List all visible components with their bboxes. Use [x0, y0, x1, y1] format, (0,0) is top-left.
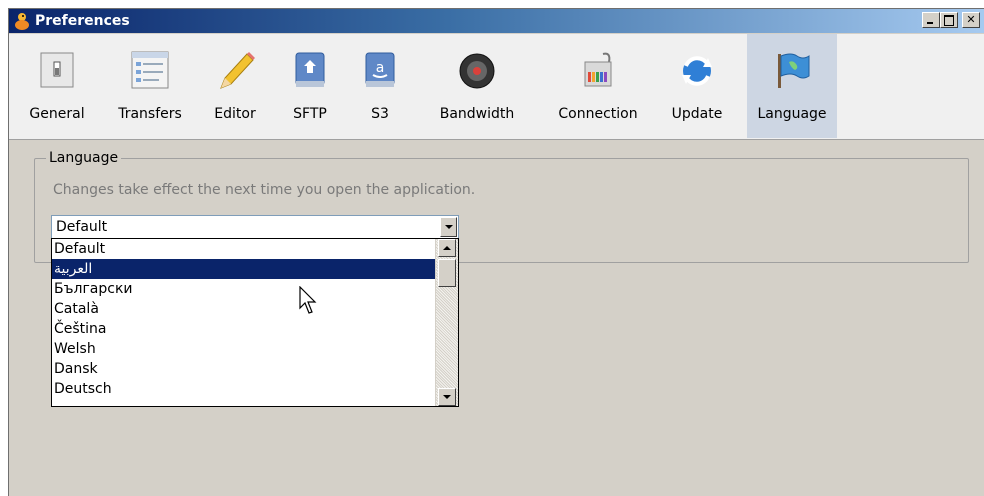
language-option[interactable]: Dansk — [52, 359, 435, 379]
tab-s3-label: S3 — [371, 106, 389, 122]
tab-connection[interactable]: Connection — [539, 34, 657, 138]
tab-editor-label: Editor — [214, 106, 256, 122]
tab-update-label: Update — [671, 106, 723, 122]
language-group-label: Language — [46, 150, 122, 166]
scroll-up-button[interactable] — [438, 239, 456, 257]
minimize-button[interactable] — [922, 12, 940, 28]
window-title: Preferences — [35, 13, 130, 29]
language-option[interactable]: Български — [52, 279, 435, 299]
tab-general-label: General — [29, 106, 85, 122]
language-option-highlighted[interactable]: العربية — [52, 259, 435, 279]
dropdown-scrollbar[interactable] — [435, 239, 458, 406]
language-option[interactable]: Deutsch — [52, 379, 435, 399]
mouse-cursor-icon — [299, 286, 317, 314]
tab-update[interactable]: Update — [657, 34, 737, 138]
general-switch-icon — [40, 52, 74, 88]
tab-s3[interactable]: a S3 — [345, 34, 415, 138]
s3-drive-icon: a — [365, 52, 395, 87]
language-select-arrow[interactable] — [440, 217, 457, 237]
close-button[interactable]: ✕ — [962, 12, 980, 28]
refresh-globe-icon — [682, 56, 712, 86]
tab-language[interactable]: Language — [747, 34, 837, 138]
chevron-up-icon — [443, 246, 451, 250]
tab-sftp-label: SFTP — [293, 106, 327, 122]
maximize-button[interactable] — [940, 12, 958, 28]
svg-text:a: a — [376, 60, 385, 76]
tab-sftp[interactable]: SFTP — [275, 34, 345, 138]
transfers-list-icon — [131, 51, 169, 89]
language-options: Default العربية Български Català Čeština… — [52, 239, 435, 399]
language-select-value: Default — [56, 219, 108, 235]
speaker-dial-icon — [459, 53, 495, 89]
language-panel: Language Changes take effect the next ti… — [9, 140, 984, 496]
flag-icon — [778, 53, 810, 88]
language-dropdown-list: Default العربية Български Català Čeština… — [51, 238, 459, 407]
minimize-icon — [927, 22, 933, 24]
tab-transfers-label: Transfers — [118, 106, 182, 122]
language-option[interactable]: Čeština — [52, 319, 435, 339]
language-option[interactable]: Català — [52, 299, 435, 319]
duck-app-icon — [15, 13, 29, 30]
preferences-window: Preferences ✕ General Transfers Editor S… — [8, 8, 984, 496]
language-hint: Changes take effect the next time you op… — [53, 182, 476, 198]
tab-language-label: Language — [757, 106, 827, 122]
preferences-toolbar: General Transfers Editor SFTP a S3 Bandw… — [9, 34, 984, 140]
language-option[interactable]: Welsh — [52, 339, 435, 359]
tab-bandwidth[interactable]: Bandwidth — [415, 34, 539, 138]
language-option[interactable]: Default — [52, 239, 435, 259]
tab-editor[interactable]: Editor — [195, 34, 275, 138]
scroll-thumb[interactable] — [438, 259, 456, 287]
network-plug-icon — [584, 52, 612, 87]
title-bar[interactable]: Preferences ✕ — [9, 9, 984, 33]
tab-bandwidth-label: Bandwidth — [439, 106, 515, 122]
pencil-icon — [220, 52, 255, 89]
close-icon: ✕ — [966, 13, 976, 26]
language-select[interactable]: Default — [51, 215, 459, 239]
chevron-down-icon — [445, 225, 453, 229]
tab-general[interactable]: General — [9, 34, 105, 138]
tab-transfers[interactable]: Transfers — [105, 34, 195, 138]
tab-connection-label: Connection — [558, 106, 638, 122]
chevron-down-icon — [443, 395, 451, 399]
maximize-icon — [944, 15, 954, 26]
scroll-down-button[interactable] — [438, 388, 456, 406]
sftp-drive-icon — [295, 52, 325, 87]
